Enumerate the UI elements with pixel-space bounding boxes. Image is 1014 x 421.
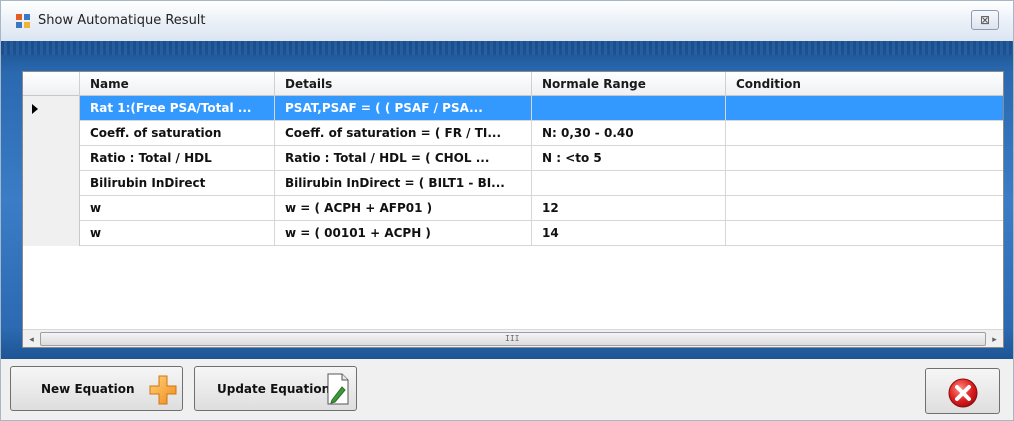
grid-rows: Rat 1:(Free PSA/Total ... PSAT,PSAF = ( …: [23, 96, 1003, 246]
table-row[interactable]: w w = ( 00101 + ACPH ) 14: [23, 221, 1003, 246]
scroll-right-button[interactable]: ▸: [986, 330, 1003, 348]
table-row[interactable]: Ratio : Total / HDL Ratio : Total / HDL …: [23, 146, 1003, 171]
scroll-right-arrow-icon: ▸: [992, 333, 997, 344]
row-header[interactable]: [23, 146, 80, 171]
row-header[interactable]: [23, 96, 80, 121]
cell-condition[interactable]: [726, 96, 1003, 120]
cell-normale-range[interactable]: [532, 171, 726, 195]
window-title: Show Automatique Result: [38, 13, 206, 28]
grid-header: Name Details Normale Range Condition: [23, 72, 1003, 96]
app-window-icon: [16, 14, 30, 28]
column-header-details[interactable]: Details: [275, 72, 532, 96]
cell-normale-range[interactable]: 14: [532, 221, 726, 245]
cell-details[interactable]: w = ( 00101 + ACPH ): [275, 221, 532, 245]
cell-details[interactable]: w = ( ACPH + AFP01 ): [275, 196, 532, 220]
horizontal-scrollbar[interactable]: ◂ III ▸: [23, 329, 1003, 347]
table-row[interactable]: w w = ( ACPH + AFP01 ) 12: [23, 196, 1003, 221]
update-equation-button[interactable]: Update Equation: [194, 366, 357, 411]
cell-normale-range[interactable]: N: 0,30 - 0.40: [532, 121, 726, 145]
new-equation-label: New Equation: [41, 382, 135, 396]
new-equation-button[interactable]: New Equation: [10, 366, 183, 411]
cell-details[interactable]: Ratio : Total / HDL = ( CHOL ...: [275, 146, 532, 170]
edit-document-icon: [327, 373, 349, 405]
scroll-left-button[interactable]: ◂: [23, 330, 40, 348]
title-bar: Show Automatique Result ⊠: [1, 1, 1013, 41]
scrollbar-grip-icon: III: [505, 334, 520, 343]
cell-name[interactable]: Bilirubin InDirect: [80, 171, 275, 195]
cell-name[interactable]: w: [80, 196, 275, 220]
window-close-button[interactable]: ⊠: [971, 10, 999, 30]
row-header-corner: [23, 72, 80, 96]
exit-button[interactable]: [925, 368, 1000, 414]
cell-condition[interactable]: [726, 121, 1003, 145]
cell-normale-range[interactable]: 12: [532, 196, 726, 220]
dialog-window: Show Automatique Result ⊠ Name Details N…: [0, 0, 1014, 421]
column-header-normale-range[interactable]: Normale Range: [532, 72, 726, 96]
cell-condition[interactable]: [726, 196, 1003, 220]
row-header[interactable]: [23, 121, 80, 146]
table-row[interactable]: Bilirubin InDirect Bilirubin InDirect = …: [23, 171, 1003, 196]
current-row-arrow-icon: [32, 104, 38, 114]
table-row[interactable]: Coeff. of saturation Coeff. of saturatio…: [23, 121, 1003, 146]
row-header[interactable]: [23, 221, 80, 246]
column-header-name[interactable]: Name: [80, 72, 275, 96]
scroll-left-arrow-icon: ◂: [29, 333, 34, 344]
column-header-condition[interactable]: Condition: [726, 72, 1003, 96]
cell-name[interactable]: Ratio : Total / HDL: [80, 146, 275, 170]
cell-name[interactable]: Coeff. of saturation: [80, 121, 275, 145]
update-equation-label: Update Equation: [217, 382, 331, 396]
cell-condition[interactable]: [726, 221, 1003, 245]
table-row[interactable]: Rat 1:(Free PSA/Total ... PSAT,PSAF = ( …: [23, 96, 1003, 121]
cell-condition[interactable]: [726, 171, 1003, 195]
cell-details[interactable]: Bilirubin InDirect = ( BILT1 - BI...: [275, 171, 532, 195]
plus-icon: [149, 375, 177, 405]
close-icon: ⊠: [979, 13, 991, 27]
cell-details[interactable]: PSAT,PSAF = ( ( PSAF / PSA...: [275, 96, 532, 120]
row-header[interactable]: [23, 171, 80, 196]
cell-normale-range[interactable]: N : <to 5: [532, 146, 726, 170]
header-band-texture: [1, 41, 1013, 55]
cell-normale-range[interactable]: [532, 96, 726, 120]
scrollbar-thumb[interactable]: III: [40, 332, 986, 346]
cell-details[interactable]: Coeff. of saturation = ( FR / TI...: [275, 121, 532, 145]
cell-name[interactable]: w: [80, 221, 275, 245]
results-grid[interactable]: Name Details Normale Range Condition Rat…: [22, 71, 1004, 348]
cell-name[interactable]: Rat 1:(Free PSA/Total ...: [80, 96, 275, 120]
row-header[interactable]: [23, 196, 80, 221]
cell-condition[interactable]: [726, 146, 1003, 170]
cancel-icon: [948, 378, 978, 408]
